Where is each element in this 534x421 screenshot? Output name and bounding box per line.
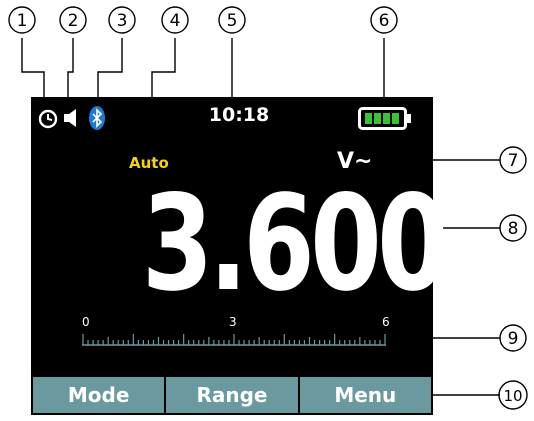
mode-button[interactable]: Mode — [33, 377, 165, 413]
bargraph-label-max: 6 — [382, 315, 390, 329]
callout-3: 3 — [117, 11, 128, 31]
softkey-bar: Mode Range Menu — [33, 377, 431, 413]
bargraph-label-mid: 3 — [229, 315, 237, 329]
callout-2: 2 — [68, 11, 79, 31]
analog-bargraph — [82, 334, 386, 346]
callout-1: 1 — [17, 11, 28, 31]
menu-button[interactable]: Menu — [299, 377, 431, 413]
bargraph-label-min: 0 — [82, 315, 90, 329]
callout-8: 8 — [508, 219, 519, 239]
bluetooth-icon — [89, 106, 105, 130]
main-reading: 3.600 — [141, 167, 449, 321]
callout-7: 7 — [508, 151, 519, 171]
meter-screen: 10:18 Auto V~ 3.600 0 3 6 Mode Range Men… — [31, 97, 449, 415]
battery-icon — [358, 107, 411, 130]
callout-9: 9 — [508, 329, 519, 349]
clock-icon — [38, 109, 58, 129]
callout-5: 5 — [227, 11, 238, 31]
callout-4: 4 — [170, 11, 181, 31]
callout-6: 6 — [379, 11, 390, 31]
clock-time: 10:18 — [208, 104, 270, 126]
range-button[interactable]: Range — [166, 377, 298, 413]
speaker-icon — [64, 109, 76, 127]
callout-10: 10 — [503, 387, 522, 405]
